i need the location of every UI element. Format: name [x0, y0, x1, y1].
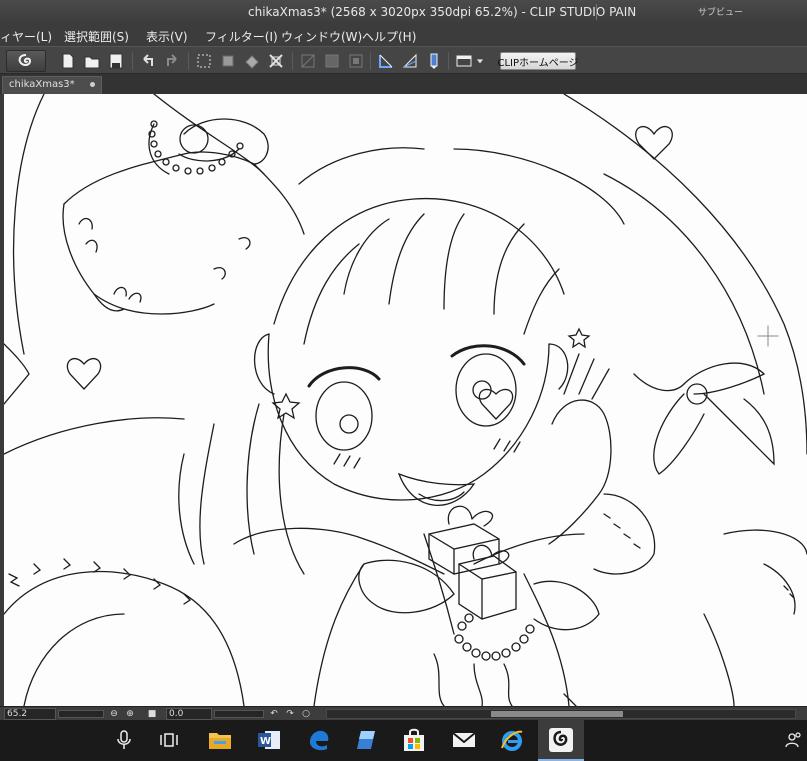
command-bar: CLIPホームページ	[0, 46, 807, 74]
sub-view-label[interactable]: サブビュー	[698, 5, 743, 18]
file-explorer-icon[interactable]	[206, 726, 234, 754]
zoom-in-icon[interactable]: ⊕	[124, 708, 136, 720]
menu-selection[interactable]: 選択範囲(S)	[64, 28, 129, 45]
zoom-field[interactable]: 65.2	[4, 708, 56, 720]
microphone-icon[interactable]	[110, 726, 138, 754]
transform-icon[interactable]	[218, 51, 238, 71]
canvas-area[interactable]	[0, 94, 807, 706]
zoom-slider[interactable]	[58, 710, 104, 718]
menu-help[interactable]: ヘルプ(H)	[362, 28, 416, 45]
edge-icon[interactable]	[305, 726, 333, 754]
layer-lock-icon[interactable]	[298, 51, 318, 71]
menu-window[interactable]: ウィンドウ(W)	[281, 28, 362, 45]
drawing-canvas[interactable]	[4, 94, 807, 706]
svg-text:W: W	[260, 736, 271, 747]
clip-studio-taskbar-icon[interactable]	[547, 726, 575, 754]
clip-studio-logo-icon[interactable]	[6, 50, 46, 72]
menu-bar: ィヤー(L) 選択範囲(S) 表示(V) フィルター(I) ウィンドウ(W) ヘ…	[0, 24, 807, 46]
scrollbar-thumb[interactable]	[491, 711, 623, 717]
document-tab-label: chikaXmas3*	[9, 79, 75, 90]
menu-view[interactable]: 表示(V)	[146, 28, 188, 45]
mail-icon[interactable]	[450, 726, 478, 754]
horizontal-scrollbar[interactable]	[326, 709, 796, 719]
ruler-icon[interactable]	[376, 51, 396, 71]
toolbar-separator	[448, 52, 449, 70]
undo-icon[interactable]	[138, 51, 158, 71]
toolbar-separator	[292, 52, 293, 70]
navigator-status-bar: 65.2 ⊖ ⊕ ■ 0.0 ↶ ↷ ○	[0, 706, 807, 720]
rotate-left-icon[interactable]: ↶	[268, 708, 280, 720]
menu-layer[interactable]: ィヤー(L)	[0, 28, 52, 45]
word-icon[interactable]: W	[255, 726, 283, 754]
document-tab-strip: chikaXmas3*	[0, 74, 807, 94]
close-tab-icon[interactable]	[90, 82, 95, 87]
deselect-icon[interactable]	[194, 51, 214, 71]
layer-hide-icon[interactable]	[346, 51, 366, 71]
layout-icon[interactable]	[454, 51, 474, 71]
menu-filter[interactable]: フィルター(I)	[205, 28, 278, 45]
save-icon[interactable]	[106, 51, 126, 71]
scale-icon[interactable]	[266, 51, 286, 71]
reset-rotation-icon[interactable]: ○	[300, 708, 312, 720]
document-tab[interactable]: chikaXmas3*	[2, 76, 102, 94]
people-icon[interactable]	[780, 726, 807, 754]
toolbar-separator	[188, 52, 189, 70]
toolbar-separator	[370, 52, 371, 70]
fit-screen-icon[interactable]: ■	[146, 708, 158, 720]
title-separator	[596, 4, 608, 20]
redo-icon[interactable]	[162, 51, 182, 71]
store-icon[interactable]	[400, 726, 428, 754]
toolbar-separator	[132, 52, 133, 70]
line-art-illustration	[4, 94, 807, 706]
new-file-icon[interactable]	[58, 51, 78, 71]
window-title: chikaXmas3* (2568 x 3020px 350dpi 65.2%)…	[248, 5, 637, 19]
rotation-slider[interactable]	[214, 710, 264, 718]
title-bar: chikaXmas3* (2568 x 3020px 350dpi 65.2%)…	[0, 0, 807, 24]
internet-explorer-icon[interactable]	[498, 726, 526, 754]
task-view-icon[interactable]	[155, 726, 183, 754]
zoom-out-icon[interactable]: ⊖	[108, 708, 120, 720]
windows-taskbar: W	[0, 720, 807, 761]
perspective-icon[interactable]	[400, 51, 420, 71]
fill-icon[interactable]	[242, 51, 262, 71]
rotate-right-icon[interactable]: ↷	[284, 708, 296, 720]
rotation-field[interactable]: 0.0	[166, 708, 212, 720]
cortana-icon[interactable]	[353, 726, 381, 754]
pen-icon[interactable]	[424, 51, 444, 71]
open-folder-icon[interactable]	[82, 51, 102, 71]
layout-dropdown-icon[interactable]	[474, 51, 486, 71]
clip-home-button[interactable]: CLIPホームページ	[497, 52, 579, 70]
layer-merge-icon[interactable]	[322, 51, 342, 71]
